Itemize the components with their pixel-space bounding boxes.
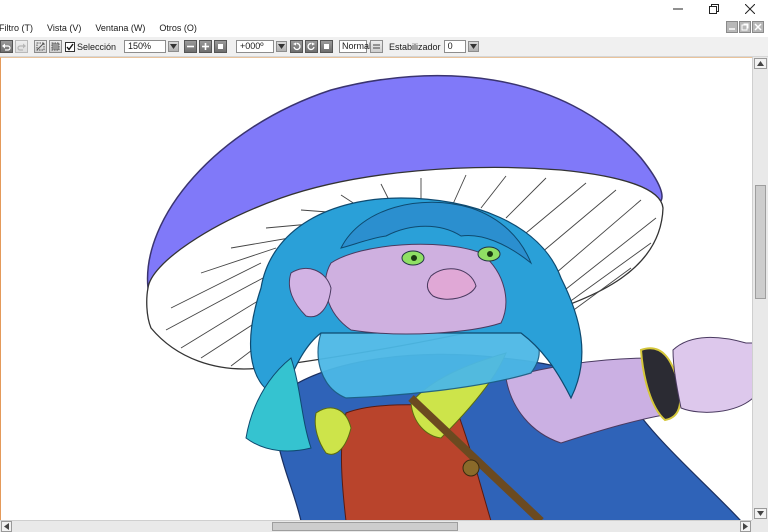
zoom-out-icon [187,45,195,48]
deselect-button[interactable] [34,40,47,53]
right-pupil [487,251,493,257]
strap-buckle [462,459,480,477]
zoom-in-button[interactable] [199,40,213,53]
flip-horizontal-button[interactable] [370,40,384,53]
minimize-icon [729,28,735,30]
zoom-out-button[interactable] [184,40,198,53]
close-window-button[interactable] [732,0,768,18]
zoom-in-icon [202,43,210,50]
horizontal-scrollbar[interactable] [0,520,752,532]
menu-bar: Filtro (T) Vista (V) Ventana (W) Otros (… [0,18,768,37]
document-close-button[interactable] [752,21,764,33]
menu-window[interactable]: Ventana (W) [88,23,152,33]
document-restore-button[interactable] [739,21,751,33]
deselect-icon [36,42,45,51]
rotation-field[interactable]: +000º [236,40,275,53]
restore-icon [741,23,749,31]
checkmark-icon [66,43,74,51]
window-controls [648,0,768,18]
rotate-left-icon [293,42,301,51]
artwork-illustration [146,74,752,520]
chevron-up-icon [757,61,764,66]
undo-button[interactable] [0,40,13,53]
stabilizer-dropdown-button[interactable] [467,41,479,52]
redo-icon [17,43,26,51]
selection-label: Selección [77,41,117,52]
rotate-reset-button[interactable] [320,40,334,53]
zoom-field[interactable]: 150% [124,40,167,53]
main-toolbar: Selección 150% +000º Normal Estabilizado… [0,37,768,57]
document-minimize-button[interactable] [726,21,738,33]
zoom-dropdown-button[interactable] [168,41,180,52]
chevron-left-icon [4,523,9,530]
menu-view[interactable]: Vista (V) [40,23,88,33]
left-pupil [411,255,417,261]
minimize-window-button[interactable] [660,0,696,18]
blend-mode-field[interactable]: Normal [339,40,371,53]
rotate-reset-icon [324,44,330,49]
zoom-reset-button[interactable] [214,40,228,53]
rotation-dropdown-button[interactable] [276,41,288,52]
chevron-down-icon [757,511,764,516]
document-window-controls [726,21,764,33]
invert-selection-button[interactable] [49,40,62,53]
hand [672,336,752,413]
rotate-right-button[interactable] [305,40,319,53]
chevron-down-icon [278,44,286,49]
vertical-scroll-thumb[interactable] [755,185,766,299]
zoom-reset-icon [218,44,224,49]
stabilizer-field[interactable]: 0 [443,40,466,53]
undo-icon [2,43,11,51]
minimize-icon [673,8,683,10]
drawing-canvas[interactable] [0,57,752,520]
menu-filter[interactable]: Filtro (T) [0,23,40,33]
invert-selection-icon [51,42,60,51]
rotate-left-button[interactable] [290,40,304,53]
horizontal-scroll-thumb[interactable] [272,522,458,531]
scroll-up-button[interactable] [754,58,767,69]
redo-button[interactable] [15,40,28,53]
scroll-right-button[interactable] [740,521,751,532]
menu-others[interactable]: Otros (O) [152,23,204,33]
scroll-down-button[interactable] [754,508,767,519]
restore-window-button[interactable] [696,0,732,18]
scrollbar-corner [752,520,768,532]
close-icon [745,4,755,14]
restore-icon [709,4,719,14]
flip-horizontal-icon [373,44,381,49]
scroll-left-button[interactable] [1,521,12,532]
vertical-scrollbar[interactable] [752,57,768,520]
rotate-right-icon [307,42,316,51]
selection-checkbox[interactable] [65,41,75,52]
chevron-down-icon [469,44,477,49]
chevron-right-icon [743,523,748,530]
chevron-down-icon [170,44,178,49]
close-icon [754,23,762,31]
stabilizer-label: Estabilizador [389,41,441,52]
